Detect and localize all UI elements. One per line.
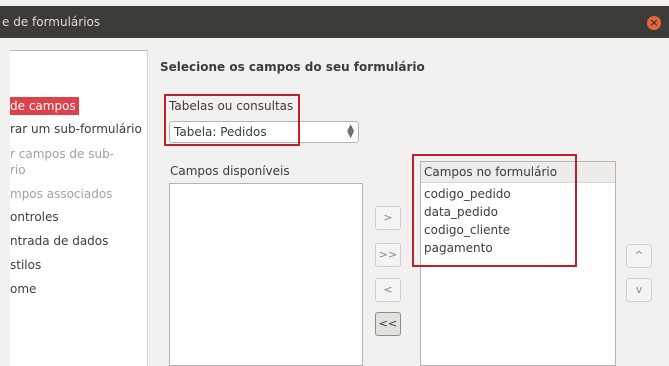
add-all-fields-button[interactable]: >> — [375, 243, 401, 267]
move-up-button[interactable]: ^ — [626, 244, 652, 268]
remove-all-fields-button[interactable]: << — [375, 312, 401, 336]
form-wizard-dialog: de campos rar um sub-formulário r campos… — [0, 38, 669, 366]
list-item[interactable]: data_pedido — [424, 205, 498, 219]
wizard-steps-sidebar: de campos rar um sub-formulário r campos… — [10, 50, 148, 366]
list-item[interactable]: codigo_pedido — [424, 187, 511, 201]
step-joined-fields: mpos associados — [10, 187, 113, 201]
window-title: e de formulários — [2, 15, 101, 29]
list-item[interactable]: pagamento — [424, 241, 493, 255]
sidebar-divider — [10, 50, 147, 51]
step-field-selection[interactable]: de campos — [10, 97, 79, 115]
title-bar: e de formulários × — [0, 0, 669, 38]
step-controls[interactable]: ontroles — [10, 210, 59, 224]
select-arrows-icon: ▲ ▼ — [347, 123, 354, 140]
close-icon[interactable]: × — [647, 16, 661, 30]
available-fields-list[interactable] — [169, 183, 363, 366]
remove-field-button[interactable]: < — [375, 278, 401, 302]
step-subform[interactable]: rar um sub-formulário — [10, 122, 142, 136]
list-item[interactable]: codigo_cliente — [424, 223, 510, 237]
step-styles[interactable]: stilos — [10, 258, 41, 272]
step-subform-fields-cont: rio — [10, 163, 26, 177]
table-select[interactable]: Tabela: Pedidos ▲ ▼ — [169, 121, 359, 143]
step-data-entry[interactable]: ntrada de dados — [10, 234, 108, 248]
step-subform-fields: r campos de sub- — [10, 147, 115, 161]
add-field-button[interactable]: > — [375, 206, 401, 230]
available-fields-label: Campos disponíveis — [170, 164, 290, 178]
form-fields-header: Campos no formulário — [421, 162, 615, 183]
form-fields-list[interactable]: Campos no formulário codigo_pedido data_… — [420, 161, 616, 366]
tables-label: Tabelas ou consultas — [169, 99, 294, 113]
page-title: Selecione os campos do seu formulário — [160, 60, 425, 74]
move-down-button[interactable]: v — [626, 278, 652, 302]
table-select-value: Tabela: Pedidos — [174, 125, 267, 139]
step-name[interactable]: ome — [10, 282, 36, 296]
